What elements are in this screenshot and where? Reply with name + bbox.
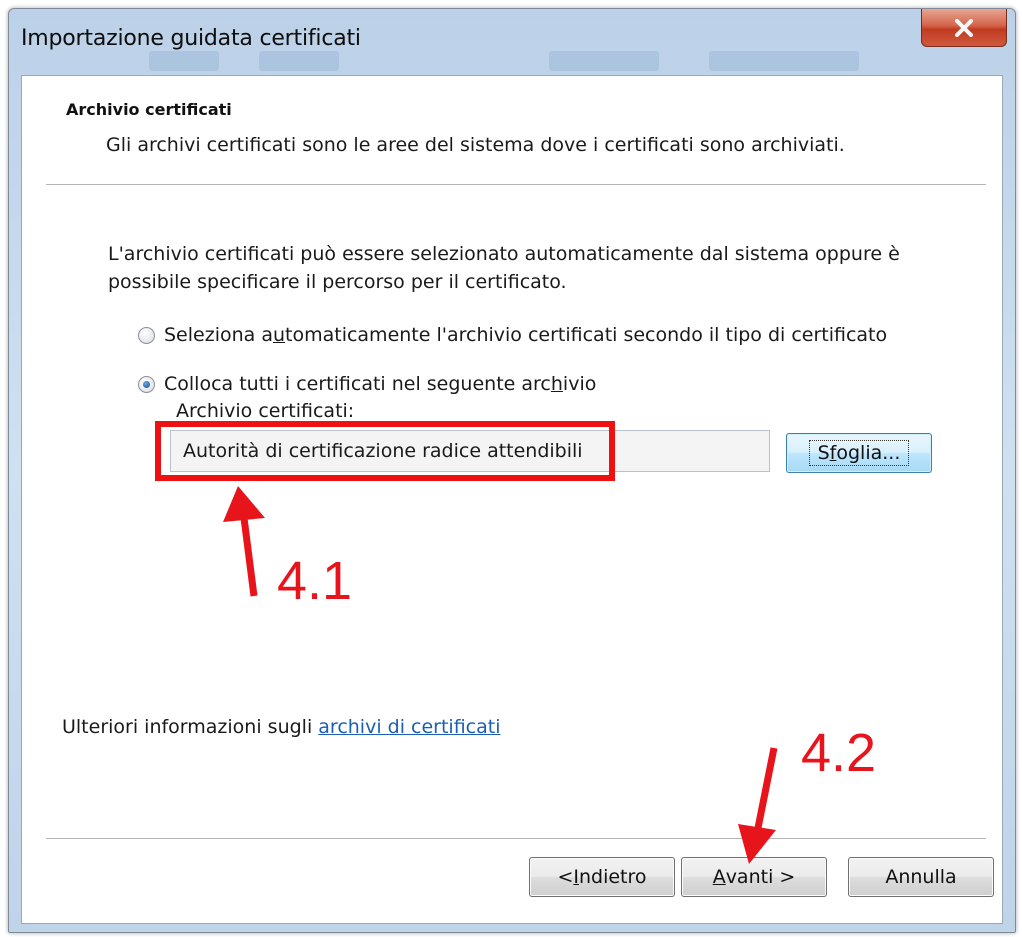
annotation-arrows [223, 486, 778, 864]
annotation-step-4-2: 4.2 [801, 723, 877, 783]
arrow-down-shaft [754, 747, 778, 829]
arrow-up-shaft [240, 517, 258, 597]
arrow-up-head [223, 486, 265, 522]
arrow-down-head [738, 824, 776, 864]
annotation-step-4-1: 4.1 [277, 551, 353, 611]
